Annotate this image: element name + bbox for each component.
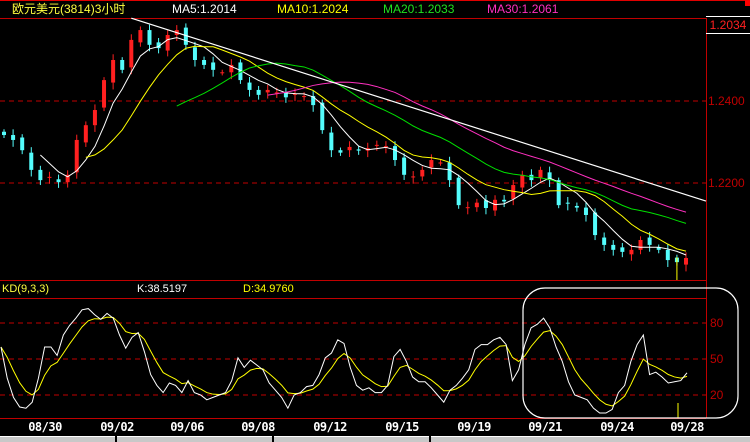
kd-tick-label: 20 [710, 388, 724, 402]
kd-tick-label: 50 [710, 352, 724, 366]
status-bar-segment [117, 436, 272, 442]
candle-body [602, 237, 607, 245]
candle-body [256, 89, 261, 95]
candle-body [538, 169, 543, 178]
candle-body [556, 180, 561, 206]
candle-body [493, 199, 498, 211]
candle-body [83, 125, 88, 143]
candle-body [429, 160, 434, 168]
candle-body [574, 205, 579, 208]
status-bar-segment [0, 436, 115, 442]
candle-body [411, 176, 416, 178]
trend-line [131, 17, 707, 202]
candle-body [202, 60, 207, 65]
candle-body [338, 150, 343, 153]
candle-body [120, 60, 125, 70]
candle-body [211, 62, 216, 70]
date-tick-label: 08/30 [28, 420, 62, 434]
date-tick-label: 09/12 [313, 420, 347, 434]
k-value-label: K:38.5197 [137, 283, 188, 295]
window-corner-marker [745, 0, 750, 6]
date-tick-label: 09/08 [241, 420, 275, 434]
candle-body [593, 212, 598, 236]
candle-body [465, 207, 470, 209]
candle-body [102, 80, 107, 108]
ma20-label: MA20:1.2033 [383, 2, 455, 16]
candle-body [402, 157, 407, 175]
candle-body [647, 237, 652, 245]
candle-body [665, 249, 670, 261]
candle-body [165, 34, 170, 51]
candle-body [347, 146, 352, 151]
candle-body [629, 249, 634, 255]
candle-body [329, 132, 334, 151]
candle-body [583, 207, 588, 215]
candle-body [502, 199, 507, 202]
date-tick-label: 09/19 [457, 420, 491, 434]
candle-body [438, 162, 443, 164]
candle-body [393, 146, 398, 161]
price-tick-label: 1.2400 [708, 94, 745, 108]
d-value-label: D:34.9760 [243, 283, 294, 295]
status-bar-segment [431, 436, 750, 442]
candle-body [511, 185, 516, 199]
candle-body [47, 176, 52, 178]
candle-body [447, 162, 452, 181]
candle-body [302, 96, 307, 98]
candle-body [129, 39, 134, 68]
candle-body [474, 202, 479, 208]
candle-body [356, 149, 361, 151]
date-tick-label: 09/15 [385, 420, 419, 434]
candle-body [38, 169, 43, 181]
price-tick-label: 1.2200 [708, 176, 745, 190]
candle-body [684, 258, 688, 265]
candle-body [2, 131, 6, 136]
candle-body [520, 174, 525, 188]
chart-canvas [0, 0, 750, 419]
date-tick-label: 09/02 [100, 420, 134, 434]
date-tick-label: 09/21 [528, 420, 562, 434]
candle-body [29, 152, 34, 170]
date-tick-label: 09/06 [170, 420, 204, 434]
candle-body [247, 82, 252, 90]
candle-body [611, 244, 616, 250]
candle-body [56, 179, 61, 183]
ma30-label: MA30:1.2061 [487, 2, 559, 16]
ma5-line [40, 37, 687, 256]
candle-body [20, 137, 25, 151]
ma20-line [176, 62, 687, 224]
d-line [0, 316, 688, 407]
candle-body [456, 177, 461, 206]
candle-body [11, 135, 16, 140]
instrument-title: 欧元美元(3814)3小时 [12, 2, 126, 16]
ma5-label: MA5:1.2014 [172, 2, 237, 16]
candle-body [220, 72, 225, 74]
candle-body [620, 247, 625, 252]
candle-body [74, 139, 79, 173]
candle-body [265, 89, 270, 93]
candle-body [138, 30, 143, 43]
highlight-annotation [522, 287, 739, 419]
current-price-label: 1.2034 [706, 16, 750, 34]
candle-body [638, 239, 643, 250]
k-line [0, 308, 688, 414]
date-tick-label: 09/28 [670, 420, 704, 434]
date-tick-label: 09/24 [600, 420, 634, 434]
status-bar-segment [274, 436, 429, 442]
candle-body [111, 60, 116, 83]
candle-body [565, 202, 570, 204]
candle-body [147, 30, 152, 45]
candle-body [192, 47, 197, 60]
kd-tick-label: 80 [710, 316, 724, 330]
candle-body [420, 169, 425, 177]
candle-body [374, 144, 379, 146]
ma10-label: MA10:1.2024 [277, 2, 349, 16]
candle-body [92, 110, 97, 126]
kd-indicator-label: KD(9,3,3) [2, 283, 50, 295]
